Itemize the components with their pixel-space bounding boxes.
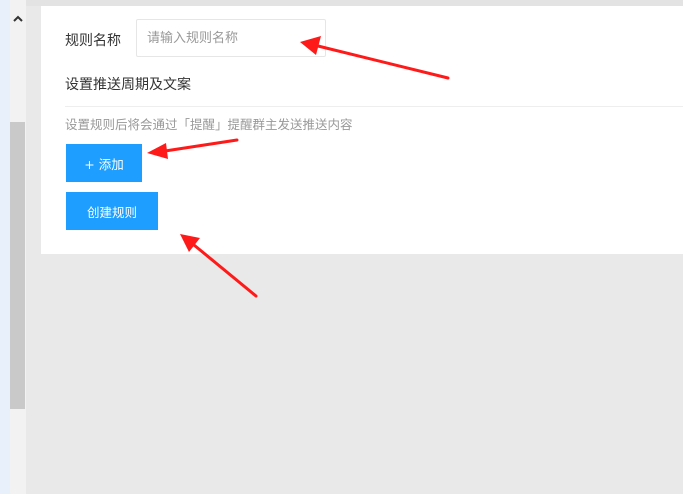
rule-name-label: 规则名称 bbox=[65, 33, 121, 49]
left-edge-panel bbox=[0, 0, 10, 494]
scrollbar-thumb[interactable] bbox=[10, 122, 25, 409]
push-hint-text: 设置规则后将会通过「提醒」提醒群主发送推送内容 bbox=[65, 117, 353, 132]
scroll-up-button[interactable] bbox=[10, 6, 26, 30]
rule-name-input[interactable] bbox=[136, 19, 326, 57]
chevron-up-icon bbox=[13, 15, 23, 22]
create-rule-button[interactable]: 创建规则 bbox=[66, 192, 158, 230]
scrollbar[interactable] bbox=[10, 0, 26, 494]
push-settings-title: 设置推送周期及文案 bbox=[65, 77, 191, 93]
add-button[interactable]: + 添加 bbox=[66, 144, 142, 182]
section-divider bbox=[65, 106, 683, 107]
rule-form-card: 规则名称 设置推送周期及文案 设置规则后将会通过「提醒」提醒群主发送推送内容 +… bbox=[41, 6, 683, 254]
